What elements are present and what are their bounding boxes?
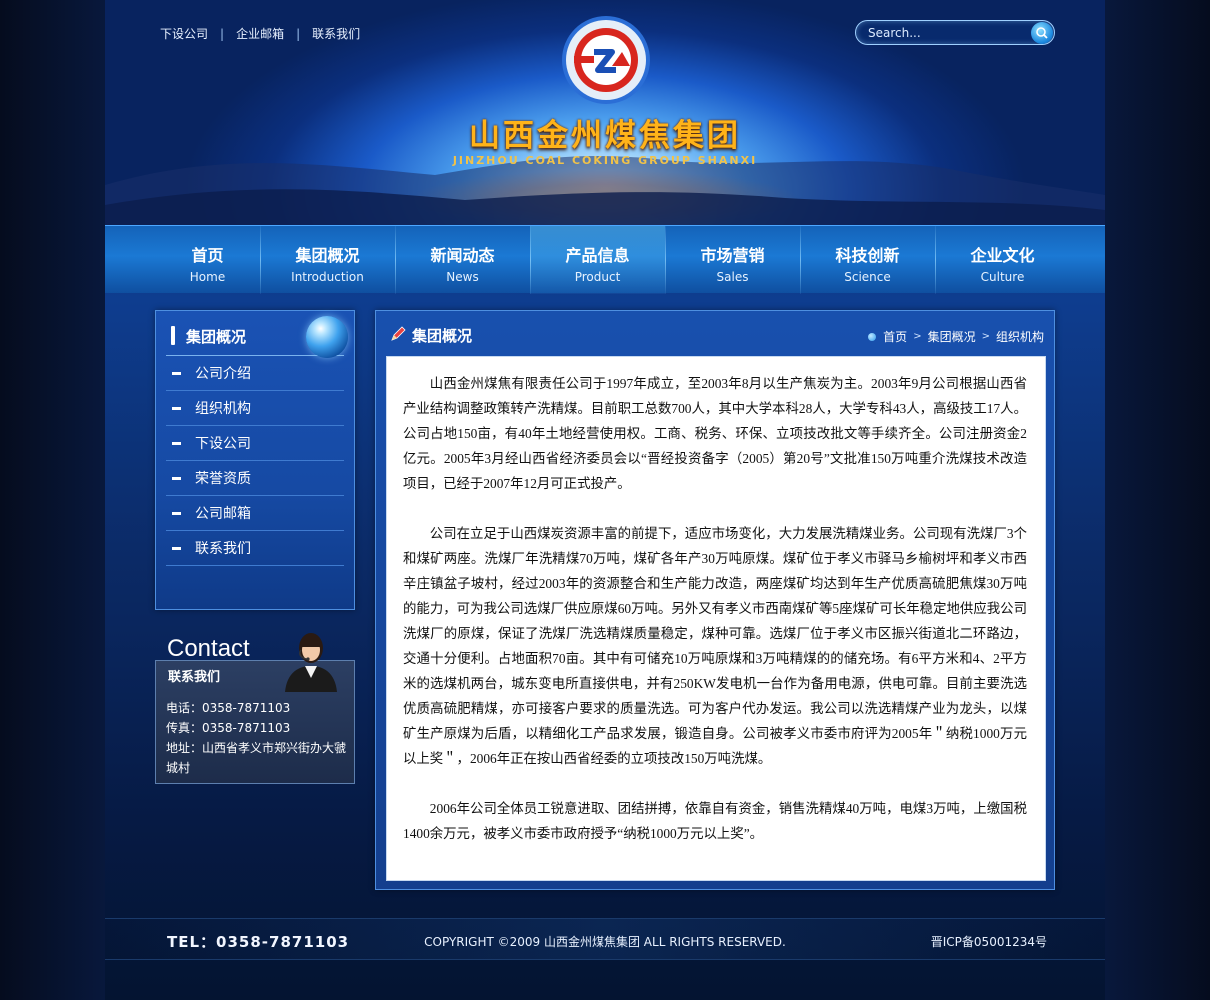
divider: | (296, 26, 301, 41)
article-paragraph: 2006年公司全体员工锐意进取、团结拼搏，依靠自有资金，销售洗精煤40万吨，电煤… (403, 801, 1027, 841)
dash-icon (172, 546, 181, 550)
nav-item-science[interactable]: 科技创新 Science (800, 226, 935, 294)
footer: TEL：0358-7871103 COPYRIGHT ©2009 山西金州煤焦集… (105, 918, 1105, 960)
breadcrumb: 首页 > 集团概况 > 组织机构 (868, 328, 1044, 345)
sidebar-menu: 集团概况 公司介绍 组织机构 下设公司 荣誉资质 公司邮箱 联系我们 (155, 310, 355, 610)
sidebar-item-contact[interactable]: 联系我们 (166, 531, 344, 566)
pencil-icon (391, 326, 406, 341)
nav-item-sales[interactable]: 市场营销 Sales (665, 226, 800, 294)
company-logo-icon (562, 16, 650, 104)
sidebar-item-organization[interactable]: 组织机构 (166, 391, 344, 426)
sidebar-item-email[interactable]: 公司邮箱 (166, 496, 344, 531)
footer-icp: 晋ICP备05001234号 (930, 935, 1047, 949)
contact-fax: 传真：0358-7871103 (166, 721, 291, 735)
sidebar-item-label: 公司介绍 (195, 366, 251, 382)
search-button[interactable] (1031, 22, 1053, 44)
nav-item-culture[interactable]: 企业文化 Culture (935, 226, 1070, 294)
nav-label: 集团概况 (295, 246, 360, 265)
content-header: 集团概况 首页 > 集团概况 > 组织机构 (376, 311, 1056, 356)
sidebar-item-label: 下设公司 (195, 436, 251, 452)
sidebar-item-subsidiaries[interactable]: 下设公司 (166, 426, 344, 461)
nav-label: 首页 (191, 246, 224, 265)
dash-icon (172, 476, 181, 480)
nav-label: 科技创新 (835, 246, 900, 265)
article-paragraph: 公司在立足于山西煤炭资源丰富的前提下，适应市场变化，大力发展洗精煤业务。公司现有… (403, 526, 1027, 766)
top-link-email[interactable]: 企业邮箱 (236, 25, 284, 42)
article-paragraph: 山西金州煤焦有限责任公司于1997年成立，至2003年8月以生产焦炭为主。200… (403, 376, 1027, 491)
breadcrumb-separator: > (913, 331, 922, 342)
brand-name: 山西金州煤焦集团 (469, 118, 741, 154)
globe-icon (306, 316, 348, 358)
sidebar-item-company-intro[interactable]: 公司介绍 (166, 356, 344, 391)
contact-heading: Contact (167, 635, 250, 662)
sidebar-title: 集团概况 (186, 328, 247, 346)
dash-icon (172, 406, 181, 410)
location-icon (868, 332, 877, 341)
top-link-contact[interactable]: 联系我们 (312, 25, 360, 42)
search-icon (1036, 27, 1048, 39)
contact-title: 联系我们 (168, 670, 221, 685)
nav-item-introduction[interactable]: 集团概况 Introduction (260, 226, 395, 294)
title-bar-marker (171, 326, 175, 345)
contact-panel: Contact 联系我们 电话：0358-7871103 传真：0358-787… (155, 615, 355, 785)
content-title: 集团概况 (412, 327, 473, 345)
breadcrumb-introduction[interactable]: 集团概况 (928, 328, 976, 345)
article-body: 山西金州煤焦有限责任公司于1997年成立，至2003年8月以生产焦炭为主。200… (386, 356, 1046, 881)
nav-item-product[interactable]: 产品信息 Product (530, 226, 665, 294)
contact-details: 电话：0358-7871103 传真：0358-7871103 地址：山西省孝义… (166, 698, 348, 778)
dash-icon (172, 511, 181, 515)
sidebar-item-label: 公司邮箱 (195, 506, 251, 522)
nav-label-en: Science (844, 270, 891, 284)
nav-item-home[interactable]: 首页 Home (155, 226, 260, 294)
page: 下设公司 | 企业邮箱 | 联系我们 山西金州煤焦集团 JIN (0, 0, 1210, 1000)
contact-phone: 电话：0358-7871103 (166, 701, 291, 715)
top-link-subsidiaries[interactable]: 下设公司 (160, 25, 208, 42)
top-links: 下设公司 | 企业邮箱 | 联系我们 (160, 25, 360, 42)
main-nav: 首页 Home 集团概况 Introduction 新闻动态 News 产品信息 Pro… (105, 225, 1105, 294)
nav-label-en: News (446, 270, 479, 284)
brand-name-english: JINZHOU COAL COKING GROUP SHANXI (452, 154, 758, 167)
nav-label-en: Culture (980, 270, 1025, 284)
nav-label: 产品信息 (565, 246, 630, 265)
nav-label-en: Product (574, 270, 621, 284)
breadcrumb-home[interactable]: 首页 (883, 328, 907, 345)
contact-address: 地址：山西省孝义市郑兴街办大虢城村 (166, 741, 347, 775)
nav-label: 市场营销 (700, 246, 765, 265)
nav-label-en: Sales (716, 270, 749, 284)
search-input[interactable] (868, 24, 1018, 42)
dash-icon (172, 441, 181, 445)
site-container: 下设公司 | 企业邮箱 | 联系我们 山西金州煤焦集团 JIN (105, 0, 1105, 1000)
nav-label-en: Home (189, 270, 226, 284)
search-box (855, 20, 1055, 45)
sidebar-header: 集团概况 (166, 316, 348, 358)
nav-label: 新闻动态 (430, 246, 495, 265)
sidebar-item-honors[interactable]: 荣誉资质 (166, 461, 344, 496)
breadcrumb-separator: > (981, 331, 990, 342)
nav-item-news[interactable]: 新闻动态 News (395, 226, 530, 294)
sidebar-item-label: 组织机构 (195, 401, 251, 417)
nav-label: 企业文化 (970, 246, 1035, 265)
customer-service-agent-icon (285, 633, 337, 692)
nav-label-en: Introduction (291, 270, 364, 284)
dash-icon (172, 371, 181, 375)
content-panel: 集团概况 首页 > 集团概况 > 组织机构 山西金州煤焦有限责任公司于1997年… (375, 310, 1055, 890)
header-banner: 下设公司 | 企业邮箱 | 联系我们 山西金州煤焦集团 JIN (105, 0, 1105, 225)
sidebar-item-label: 荣誉资质 (195, 471, 251, 487)
divider: | (220, 26, 225, 41)
sidebar-item-label: 联系我们 (195, 541, 251, 557)
breadcrumb-current[interactable]: 组织机构 (996, 328, 1044, 345)
